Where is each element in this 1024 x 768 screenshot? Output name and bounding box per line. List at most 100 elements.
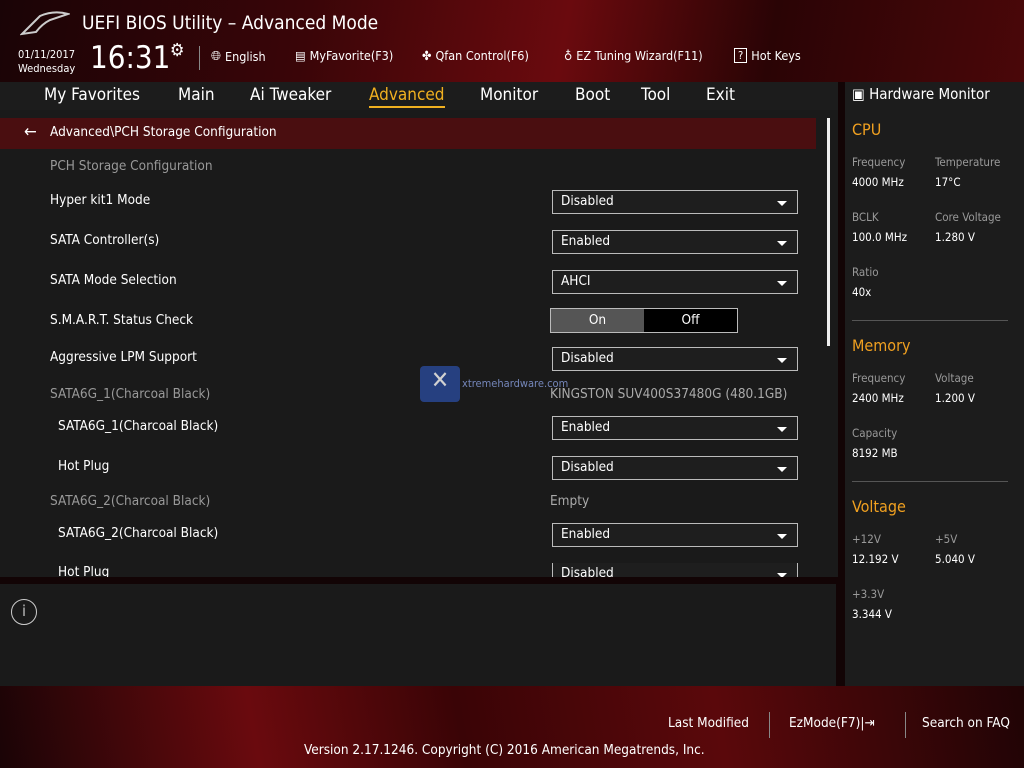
tab-my-favorites[interactable]: My Favorites	[44, 85, 140, 105]
qfan-control-button[interactable]: ✤ Qfan Control(F6)	[422, 48, 529, 63]
language-button[interactable]: 🌐︎ English	[211, 48, 266, 64]
port1-hotplug-label: Hot Plug	[58, 458, 110, 474]
tool-label: EZ Tuning Wizard(F11)	[576, 48, 703, 63]
app-title: UEFI BIOS Utility – Advanced Mode	[82, 12, 379, 34]
section-title: PCH Storage Configuration	[50, 158, 213, 174]
date: 01/11/2017	[18, 48, 76, 61]
port2-label: SATA6G_2(Charcoal Black)	[50, 493, 211, 509]
lpm-label: Aggressive LPM Support	[50, 349, 197, 365]
watermark-text: xtremehardware.com	[462, 377, 569, 390]
capacity-label: Capacity	[852, 426, 898, 440]
rog-logo-icon	[20, 11, 70, 36]
port2-device: Empty	[550, 493, 590, 509]
hyper-kit-dropdown[interactable]: Disabled	[552, 190, 798, 214]
myfavorite-button[interactable]: ▤ MyFavorite(F3)	[295, 48, 393, 63]
port2-hotplug-label: Hot Plug	[58, 564, 110, 577]
mem-frequency-label: Frequency	[852, 371, 906, 385]
globe-icon: 🌐︎	[211, 48, 222, 63]
lpm-dropdown[interactable]: Disabled	[552, 347, 798, 371]
tab-ai-tweaker[interactable]: Ai Tweaker	[250, 85, 331, 105]
v12-label: +12V	[852, 532, 881, 546]
tab-advanced[interactable]: Advanced	[369, 85, 445, 108]
port1-label: SATA6G_1(Charcoal Black)	[50, 386, 211, 402]
mem-voltage-label: Voltage	[935, 371, 974, 385]
port2-hotplug-dropdown[interactable]: Disabled	[552, 563, 798, 577]
toggle-off[interactable]: Off	[644, 309, 737, 332]
toggle-on[interactable]: On	[551, 309, 644, 332]
tab-tool[interactable]: Tool	[641, 85, 670, 105]
favorite-list-icon: ▤	[295, 48, 306, 63]
divider	[769, 712, 770, 738]
monitor-icon: ▣	[852, 85, 865, 103]
ezmode-button[interactable]: EzMode(F7)|⇥	[789, 715, 875, 731]
breadcrumb: Advanced\PCH Storage Configuration	[0, 118, 816, 149]
sata-controller-dropdown[interactable]: Enabled	[552, 230, 798, 254]
cpu-heading: CPU	[852, 120, 882, 139]
v33: 3.344 V	[852, 607, 892, 621]
clock: 16:31	[90, 40, 171, 76]
port1-hotplug-dropdown[interactable]: Disabled	[552, 456, 798, 480]
tab-monitor[interactable]: Monitor	[480, 85, 538, 105]
divider	[852, 320, 1008, 321]
breadcrumb-text: Advanced\PCH Storage Configuration	[50, 124, 277, 140]
main-nav: My Favorites Main Ai Tweaker Advanced Mo…	[0, 82, 838, 110]
day: Wednesday	[18, 62, 76, 75]
scrollbar[interactable]	[827, 118, 830, 346]
cpu-temp-label: Temperature	[935, 155, 1001, 169]
tab-exit[interactable]: Exit	[706, 85, 735, 105]
v5-label: +5V	[935, 532, 958, 546]
date-display: 01/11/2017 Wednesday	[18, 48, 75, 76]
search-faq-button[interactable]: Search on FAQ	[922, 715, 1010, 731]
divider	[852, 481, 1008, 482]
lightbulb-icon: ♁	[564, 48, 573, 63]
mem-voltage: 1.200 V	[935, 391, 975, 405]
port1-device: KINGSTON SUV400S37480G (480.1GB)	[550, 386, 788, 402]
v33-label: +3.3V	[852, 587, 885, 601]
settings-gear-icon[interactable]: ⚙	[170, 40, 185, 61]
tool-label: MyFavorite(F3)	[309, 48, 394, 63]
mem-frequency: 2400 MHz	[852, 391, 904, 405]
bclk-label: BCLK	[852, 210, 879, 224]
exit-arrow-icon: ⇥	[864, 715, 875, 731]
port2-enable-dropdown[interactable]: Enabled	[552, 523, 798, 547]
bclk: 100.0 MHz	[852, 230, 908, 244]
clipped-row: Hot Plug Disabled	[0, 563, 838, 577]
last-modified-button[interactable]: Last Modified	[668, 715, 749, 731]
info-icon: i	[11, 599, 37, 625]
tab-boot[interactable]: Boot	[575, 85, 610, 105]
port2-enable-label: SATA6G_2(Charcoal Black)	[58, 525, 219, 541]
help-icon: ?	[734, 48, 748, 63]
hyper-kit-label: Hyper kit1 Mode	[50, 192, 151, 208]
core-voltage-label: Core Voltage	[935, 210, 1001, 224]
tool-label: English	[225, 48, 266, 64]
hardware-monitor-title: ▣ Hardware Monitor	[852, 85, 990, 103]
smart-toggle[interactable]: On Off	[550, 308, 738, 333]
core-voltage: 1.280 V	[935, 230, 975, 244]
port1-enable-dropdown[interactable]: Enabled	[552, 416, 798, 440]
divider	[199, 46, 200, 70]
ratio-label: Ratio	[852, 265, 879, 279]
hot-keys-button[interactable]: ? Hot Keys	[734, 48, 801, 63]
voltage-heading: Voltage	[852, 497, 906, 516]
cpu-frequency-label: Frequency	[852, 155, 906, 169]
fan-icon: ✤	[422, 48, 432, 63]
help-info-panel	[0, 584, 836, 686]
watermark-logo: ✕	[420, 366, 460, 402]
sata-mode-dropdown[interactable]: AHCI	[552, 270, 798, 294]
title-text: Hardware Monitor	[869, 85, 990, 103]
sata-mode-label: SATA Mode Selection	[50, 272, 177, 288]
capacity: 8192 MB	[852, 446, 898, 460]
ez-tuning-wizard-button[interactable]: ♁ EZ Tuning Wizard(F11)	[564, 48, 703, 63]
version-text: Version 2.17.1246. Copyright (C) 2016 Am…	[304, 742, 705, 758]
tab-main[interactable]: Main	[178, 85, 215, 105]
v5: 5.040 V	[935, 552, 975, 566]
port1-enable-label: SATA6G_1(Charcoal Black)	[58, 418, 219, 434]
divider	[905, 712, 906, 738]
cpu-temp: 17°C	[935, 175, 961, 189]
back-arrow-icon[interactable]: ←	[24, 122, 37, 142]
ratio: 40x	[852, 285, 872, 299]
ezmode-label: EzMode(F7)|	[789, 715, 865, 731]
cpu-frequency: 4000 MHz	[852, 175, 904, 189]
tool-label: Hot Keys	[751, 48, 801, 63]
sata-controller-label: SATA Controller(s)	[50, 232, 160, 248]
